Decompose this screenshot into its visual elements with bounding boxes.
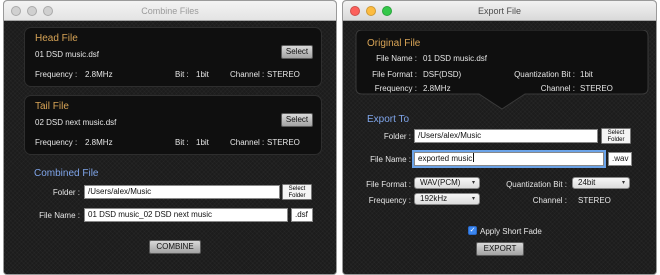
export-quant-bit-label: Quantization Bit : xyxy=(506,180,567,189)
original-frequency-label: Frequency : xyxy=(374,84,417,93)
combined-select-folder-button[interactable]: Select Folder xyxy=(282,184,312,200)
export-format-select[interactable]: WAV(PCM) ▾ xyxy=(414,177,480,189)
export-button[interactable]: EXPORT xyxy=(476,242,524,256)
export-to-title: Export To xyxy=(367,114,410,125)
combined-file-name-label: File Name : xyxy=(39,211,80,220)
tail-file-select-button[interactable]: Select xyxy=(281,113,313,127)
original-quant-bit-label: Quantization Bit : xyxy=(514,70,575,79)
original-frequency-value: 2.8MHz xyxy=(423,84,451,93)
zoom-icon[interactable] xyxy=(382,6,392,16)
export-channel-label: Channel : xyxy=(532,196,567,205)
minimize-icon[interactable] xyxy=(27,6,37,16)
export-format-value: WAV(PCM) xyxy=(420,178,461,187)
export-folder-label: Folder : xyxy=(383,132,411,141)
export-window-title: Export File xyxy=(477,6,521,16)
combined-file-title: Combined File xyxy=(34,168,99,179)
export-file-name-field[interactable]: exported music xyxy=(412,150,606,168)
export-window-content: Original File File Name : 01 DSD music.d… xyxy=(343,21,656,274)
head-bit-value: 1bit xyxy=(196,70,209,79)
export-folder-field[interactable]: /Users/alex/Music xyxy=(414,129,598,143)
apply-short-fade-label[interactable]: Apply Short Fade xyxy=(480,227,542,236)
head-bit-label: Bit : xyxy=(175,70,189,79)
original-format-value: DSF(DSD) xyxy=(423,70,462,79)
export-quant-bit-value: 24bit xyxy=(578,178,596,187)
export-select-folder-button[interactable]: Select Folder xyxy=(601,128,631,144)
dropdown-arrow-icon: ▾ xyxy=(471,196,475,202)
head-channel-label: Channel : xyxy=(230,70,265,79)
head-file-panel: Head File 01 DSD music.dsf Select Freque… xyxy=(24,27,322,87)
tail-bit-label: Bit : xyxy=(175,138,189,147)
close-icon[interactable] xyxy=(350,6,360,16)
zoom-icon[interactable] xyxy=(43,6,53,16)
minimize-icon[interactable] xyxy=(366,6,376,16)
tail-bit-value: 1bit xyxy=(196,138,209,147)
tail-frequency-label: Frequency : xyxy=(35,138,78,147)
combine-window-content: Head File 01 DSD music.dsf Select Freque… xyxy=(4,21,336,274)
text-caret xyxy=(473,153,475,162)
select-folder-line1: Select xyxy=(288,186,306,192)
export-file-window: Export File Original File File Name : 01… xyxy=(342,0,657,275)
original-format-label: File Format : xyxy=(372,70,417,79)
original-file-name-label: File Name : xyxy=(376,54,417,63)
window-controls xyxy=(11,6,53,16)
head-frequency-value: 2.8MHz xyxy=(85,70,113,79)
export-frequency-select[interactable]: 192kHz ▾ xyxy=(414,193,480,205)
head-channel-value: STEREO xyxy=(267,70,300,79)
export-channel-value: STEREO xyxy=(578,196,611,205)
tail-frequency-value: 2.8MHz xyxy=(85,138,113,147)
combined-file-name-field[interactable]: 01 DSD music_02 DSD next music xyxy=(84,208,288,222)
export-file-name-label: File Name : xyxy=(370,155,411,164)
export-file-name-text: exported music xyxy=(418,154,473,163)
window-controls xyxy=(350,6,392,16)
original-quant-bit-value: 1bit xyxy=(580,70,593,79)
apply-short-fade-checkbox[interactable]: ✓ xyxy=(468,226,477,235)
tail-channel-value: STEREO xyxy=(267,138,300,147)
combine-files-window: Combine Files Head File 01 DSD music.dsf… xyxy=(3,0,337,275)
head-file-name: 01 DSD music.dsf xyxy=(35,50,100,59)
original-file-name-value: 01 DSD music.dsf xyxy=(423,54,488,63)
tail-file-panel: Tail File 02 DSD next music.dsf Select F… xyxy=(24,95,322,155)
export-extension-field: .wav xyxy=(608,152,632,166)
select-folder-line2: Folder xyxy=(288,193,306,199)
head-frequency-label: Frequency : xyxy=(35,70,78,79)
dropdown-arrow-icon: ▾ xyxy=(621,180,625,186)
original-channel-value: STEREO xyxy=(580,84,613,93)
combine-window-title: Combine Files xyxy=(141,6,199,16)
select-folder-line1: Select xyxy=(607,130,625,136)
tail-file-name: 02 DSD next music.dsf xyxy=(35,118,117,127)
original-channel-label: Channel : xyxy=(540,84,575,93)
combine-button[interactable]: COMBINE xyxy=(149,240,201,254)
export-frequency-label: Frequency : xyxy=(368,196,411,205)
export-frequency-value: 192kHz xyxy=(420,194,448,203)
tail-channel-label: Channel : xyxy=(230,138,265,147)
head-file-select-button[interactable]: Select xyxy=(281,45,313,59)
export-window-titlebar[interactable]: Export File xyxy=(343,1,656,21)
combined-folder-field[interactable]: /Users/alex/Music xyxy=(84,185,280,199)
original-file-title: Original File xyxy=(367,38,421,49)
select-folder-line2: Folder xyxy=(607,137,625,143)
head-file-title: Head File xyxy=(35,33,78,44)
export-format-label: File Format : xyxy=(366,180,411,189)
dropdown-arrow-icon: ▾ xyxy=(471,180,475,186)
combine-window-titlebar[interactable]: Combine Files xyxy=(4,1,336,21)
export-quant-bit-select[interactable]: 24bit ▾ xyxy=(572,177,630,189)
close-icon[interactable] xyxy=(11,6,21,16)
tail-file-title: Tail File xyxy=(35,101,69,112)
combined-extension-field: .dsf xyxy=(291,208,313,222)
combined-folder-label: Folder : xyxy=(52,188,80,197)
